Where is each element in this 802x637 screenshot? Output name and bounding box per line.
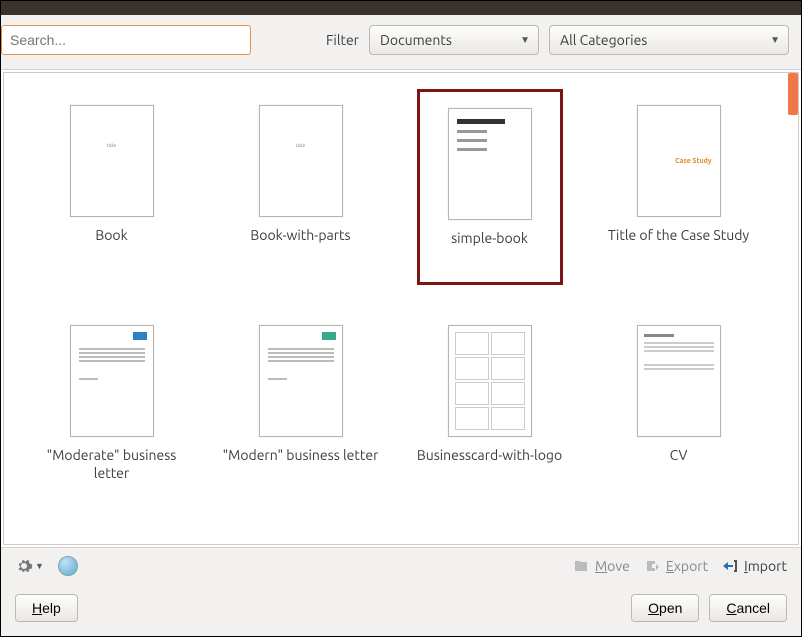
template-dialog: Filter Documents ▼ All Categories ▼ Book… — [0, 0, 802, 637]
import-button[interactable]: Import — [722, 558, 787, 574]
template-thumbnail — [259, 105, 343, 217]
template-item-case-study[interactable]: Case Study Title of the Case Study — [589, 105, 768, 305]
titlebar — [1, 1, 801, 15]
template-thumbnail — [637, 325, 721, 437]
template-label: CV — [670, 447, 688, 465]
template-grid: Book Book-with-parts simple-book Case St… — [4, 73, 786, 544]
browse-online-button[interactable] — [58, 556, 78, 576]
template-label: "Moderate" business letter — [32, 447, 192, 482]
template-item-cv[interactable]: CV — [589, 325, 768, 525]
chevron-down-icon: ▼ — [770, 34, 780, 46]
export-label-rest: xport — [674, 558, 708, 574]
template-label: "Modern" business letter — [223, 447, 379, 465]
filter-label: Filter — [326, 32, 359, 48]
scrollbar[interactable] — [786, 73, 798, 544]
template-thumbnail — [448, 325, 532, 437]
import-icon — [722, 558, 738, 574]
move-label-rest: ove — [607, 558, 630, 574]
filter-category-dropdown[interactable]: All Categories ▼ — [549, 25, 789, 55]
template-label: Book-with-parts — [250, 227, 350, 245]
scrollbar-thumb[interactable] — [788, 73, 798, 115]
filter-category-value: All Categories — [560, 32, 647, 48]
template-item-businesscard[interactable]: Businesscard-with-logo — [400, 325, 579, 525]
import-label-rest: mport — [748, 558, 787, 574]
cancel-button[interactable]: Cancel — [709, 594, 787, 622]
template-label: simple-book — [448, 230, 532, 248]
template-thumbnail: Case Study — [637, 105, 721, 217]
template-thumbnail — [448, 108, 532, 220]
template-item-moderate-letter[interactable]: "Moderate" business letter — [22, 325, 201, 525]
help-button[interactable]: Help — [15, 594, 78, 622]
chevron-down-icon: ▼ — [520, 34, 530, 46]
export-icon — [644, 558, 660, 574]
template-label: Businesscard-with-logo — [417, 447, 562, 465]
gear-icon — [15, 557, 33, 575]
template-item-book[interactable]: Book — [22, 105, 201, 305]
template-list: Book Book-with-parts simple-book Case St… — [3, 72, 799, 545]
toolbar: Filter Documents ▼ All Categories ▼ — [1, 15, 801, 70]
template-thumbnail — [70, 325, 154, 437]
settings-menu-button[interactable]: ▼ — [15, 557, 44, 575]
template-item-book-with-parts[interactable]: Book-with-parts — [211, 105, 390, 305]
template-label: Title of the Case Study — [608, 227, 749, 245]
button-bar: Help Open Cancel — [1, 584, 801, 636]
template-thumbnail — [259, 325, 343, 437]
template-label: Book — [95, 227, 127, 245]
template-item-simple-book[interactable]: simple-book — [400, 105, 579, 305]
template-item-modern-letter[interactable]: "Modern" business letter — [211, 325, 390, 525]
export-button: Export — [644, 558, 708, 574]
template-thumbnail — [70, 105, 154, 217]
move-button: Move — [573, 558, 630, 574]
selection-highlight: simple-book — [417, 89, 563, 285]
filter-type-dropdown[interactable]: Documents ▼ — [369, 25, 539, 55]
action-bar: ▼ Move Export Import — [1, 547, 801, 584]
open-button[interactable]: Open — [631, 594, 699, 622]
filter-type-value: Documents — [380, 32, 452, 48]
chevron-down-icon: ▼ — [35, 561, 44, 571]
search-input[interactable] — [1, 25, 251, 55]
move-icon — [573, 558, 589, 574]
